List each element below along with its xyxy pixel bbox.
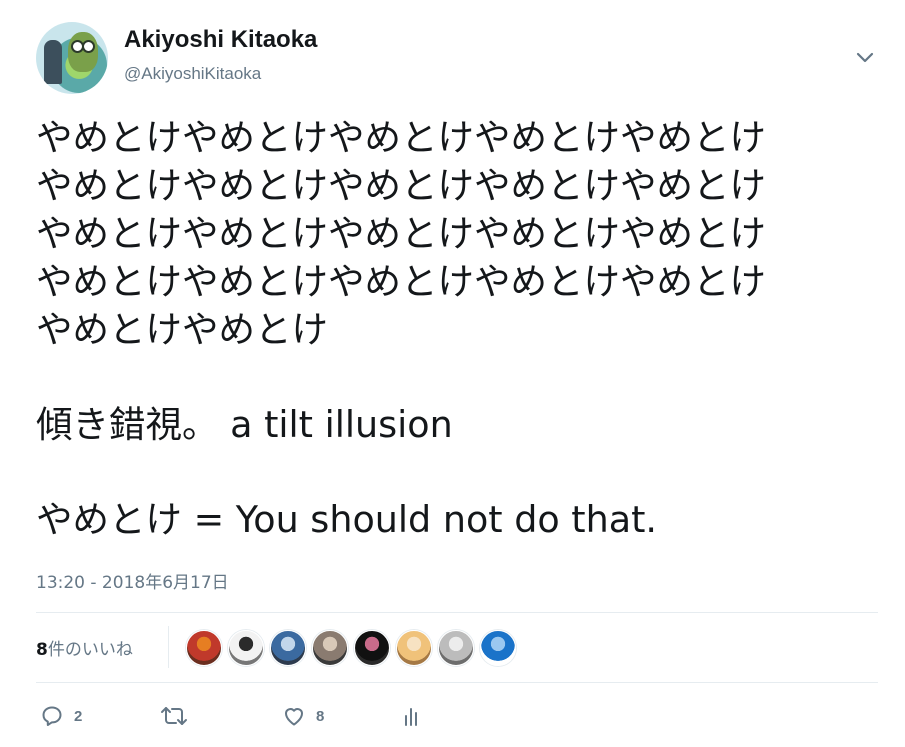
analytics-button[interactable] [400, 700, 424, 732]
retweet-icon [160, 704, 188, 728]
liker-avatar-1[interactable] [186, 630, 222, 666]
tweet-text-line: やめとけやめとけやめとけやめとけやめとけ [36, 116, 766, 159]
author-avatar[interactable] [36, 22, 108, 94]
liker-avatar-5[interactable] [354, 630, 390, 666]
likes-summary[interactable]: 8件のいいね [36, 635, 133, 660]
tweet-text-line: 傾き錯視。 a tilt illusion [36, 403, 453, 446]
heart-icon [282, 704, 306, 728]
reply-count: 2 [74, 707, 83, 725]
tweet-text-line: やめとけやめとけやめとけやめとけやめとけ [36, 260, 766, 303]
liker-avatar-7[interactable] [438, 630, 474, 666]
tweet-actions: 2 8 [36, 700, 456, 732]
liker-avatar-4[interactable] [312, 630, 348, 666]
liker-avatar-2[interactable] [228, 630, 264, 666]
liker-avatar-6[interactable] [396, 630, 432, 666]
tweet-text-line: やめとけ = You should not do that. [36, 498, 658, 541]
reply-button[interactable]: 2 [40, 700, 82, 732]
liker-avatar-3[interactable] [270, 630, 306, 666]
tweet-text-line: やめとけやめとけやめとけやめとけやめとけ [36, 212, 766, 255]
like-button[interactable]: 8 [282, 700, 324, 732]
like-count: 8 [316, 707, 325, 725]
more-options-chevron-down-icon[interactable] [854, 46, 876, 68]
likes-count-number: 8 [36, 640, 48, 660]
tweet-text-line: やめとけやめとけやめとけやめとけやめとけ [36, 164, 766, 207]
divider [36, 682, 878, 683]
tweet-text-line: やめとけやめとけ [36, 308, 328, 351]
avatar-person-figure [44, 40, 62, 84]
reply-icon [40, 704, 64, 728]
avatar-owl-figure [68, 32, 98, 72]
divider [168, 626, 169, 668]
divider [36, 612, 878, 613]
liker-avatar-8[interactable] [480, 630, 516, 666]
author-handle[interactable]: @AkiyoshiKitaoka [124, 64, 261, 84]
tweet-timestamp[interactable]: 13:20 - 2018年6月17日 [36, 568, 229, 593]
retweet-button[interactable] [160, 700, 198, 732]
analytics-bar-chart-icon [400, 704, 424, 728]
likes-count-label: 件のいいね [47, 640, 133, 660]
tweet-text: やめとけやめとけやめとけやめとけやめとけ やめとけやめとけやめとけやめとけやめと… [36, 114, 876, 544]
author-display-name[interactable]: Akiyoshi Kitaoka [124, 26, 317, 54]
